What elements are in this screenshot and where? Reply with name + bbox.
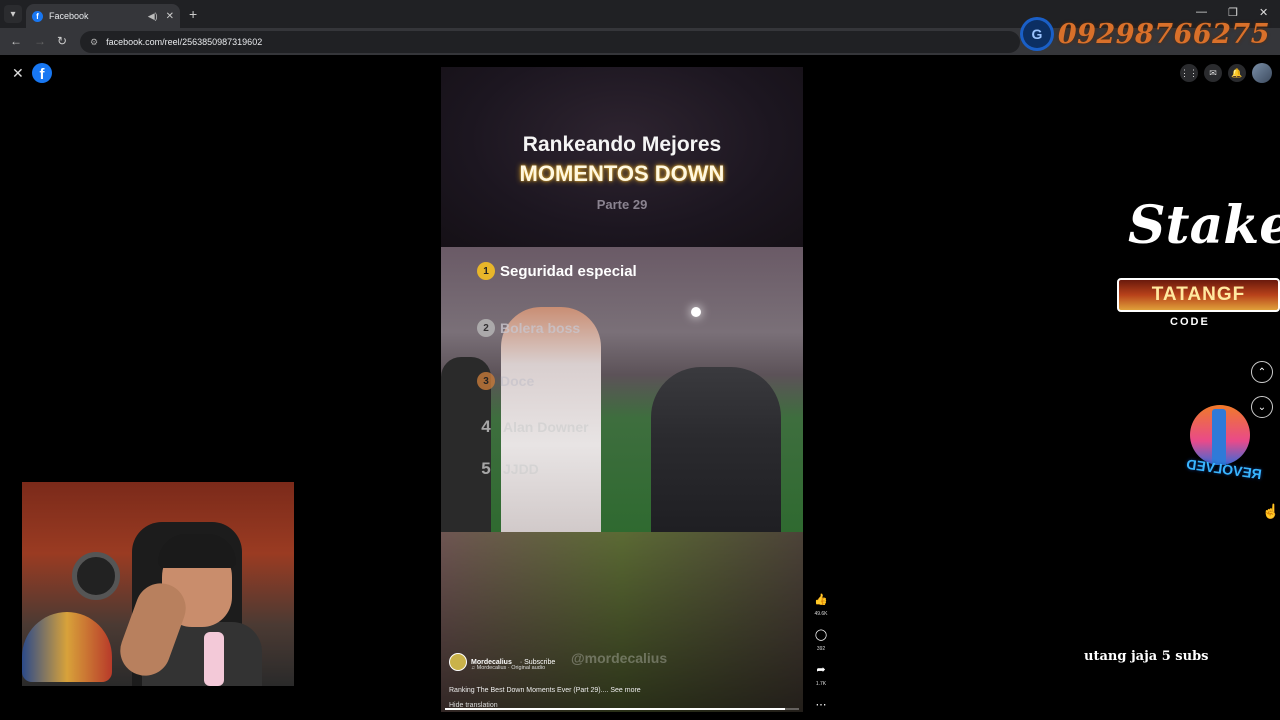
video-progress-bar[interactable] xyxy=(445,708,799,710)
subs-goal-text: utang jaja 5 subs xyxy=(1084,649,1209,664)
notifications-bell-icon[interactable]: 🔔 xyxy=(1228,64,1246,82)
forward-arrow-icon[interactable]: → xyxy=(34,34,46,48)
phone-overlay: G 09298766275 xyxy=(1020,16,1270,52)
silver-medal-icon: 2 xyxy=(477,319,495,337)
share-icon[interactable]: ➦ xyxy=(816,663,825,676)
comment-count: 392 xyxy=(816,646,826,652)
share-count: 1.7K xyxy=(815,681,827,687)
stadium-light xyxy=(691,307,701,317)
reload-icon[interactable]: ↻ xyxy=(57,34,67,48)
video-progress-fill xyxy=(445,708,785,710)
ranking-label: Alan Downer xyxy=(503,419,589,435)
caption-text: Ranking The Best Down Moments Ever (Part… xyxy=(449,687,609,694)
steering-wheel xyxy=(72,552,120,600)
reel-title-line2: MOMENTOS DOWN xyxy=(519,161,725,186)
microphone xyxy=(204,632,224,686)
ranking-number: 4 xyxy=(481,417,491,436)
audio-label[interactable]: ♫ Mordecalius · Original audio xyxy=(471,665,545,671)
like-icon[interactable]: 👍 xyxy=(814,593,828,606)
more-options-icon[interactable]: ⋯ xyxy=(816,698,827,711)
reel-part-label: Parte 29 xyxy=(596,197,648,212)
comment-icon[interactable]: ◯ xyxy=(815,628,827,641)
account-avatar[interactable] xyxy=(1252,63,1272,83)
stake-logo: Stake xyxy=(1128,195,1280,256)
ranking-label: Seguridad especial xyxy=(500,262,637,280)
background-umbrella xyxy=(22,612,112,682)
logo-tower xyxy=(1212,409,1226,465)
url-text: facebook.com/reel/2563850987319602 xyxy=(106,37,263,47)
messenger-icon[interactable]: ✉ xyxy=(1204,64,1222,82)
new-tab-button[interactable]: + xyxy=(189,6,197,22)
facebook-favicon-icon: f xyxy=(32,10,43,22)
ranking-label: JJDD xyxy=(503,461,539,477)
ranking-item: 1 Seguridad especial xyxy=(477,262,637,280)
reel-title-line1: Rankeando Mejores xyxy=(522,133,722,156)
ranking-number: 5 xyxy=(481,459,491,478)
url-input[interactable]: ⚙ facebook.com/reel/2563850987319602 xyxy=(80,31,1020,53)
reel-viewer-page: ✕ f ⋮⋮ ✉ 🔔 Rankeando Mejores MOMENTOS DO… xyxy=(0,57,1280,720)
see-more-link[interactable]: See more xyxy=(610,687,640,694)
facebook-logo-icon[interactable]: f xyxy=(32,63,52,83)
watermark: @mordecalius xyxy=(571,650,668,666)
reel-title-area xyxy=(441,67,803,247)
ranking-item: 5 JJDD xyxy=(477,459,539,479)
phone-number: 09298766275 xyxy=(1057,18,1270,50)
tab-title: Facebook xyxy=(49,11,89,21)
promo-code-label: CODE xyxy=(1170,316,1210,328)
ranking-label: Bolera boss xyxy=(500,320,581,336)
bottom-shade xyxy=(441,532,803,712)
header-actions: ⋮⋮ ✉ 🔔 xyxy=(1180,63,1272,83)
caption: Ranking The Best Down Moments Ever (Part… xyxy=(449,687,641,694)
next-reel-button[interactable]: ⌄ xyxy=(1251,396,1273,418)
bronze-medal-icon: 3 xyxy=(477,372,495,390)
previous-reel-button[interactable]: ⌃ xyxy=(1251,361,1273,383)
revolved-city-logo: REVOLVED xyxy=(1185,403,1263,498)
author-avatar[interactable] xyxy=(449,653,467,671)
like-count: 49.6K xyxy=(814,611,828,617)
reel-actions: 👍 49.6K ◯ 392 ➦ 1.7K ⋯ xyxy=(811,593,831,711)
webcam-overlay xyxy=(22,482,294,686)
streamer-hair xyxy=(158,534,236,568)
speaker-icon[interactable]: ◀) xyxy=(148,11,158,22)
menu-grid-icon[interactable]: ⋮⋮ xyxy=(1180,64,1198,82)
ranking-label: Doce xyxy=(500,373,535,389)
reel-video[interactable]: Rankeando Mejores MOMENTOS DOWN Parte 29… xyxy=(441,67,803,712)
site-info-icon[interactable]: ⚙ xyxy=(90,37,98,48)
tab-facebook[interactable]: f Facebook ◀) ✕ xyxy=(26,4,180,28)
hand-cursor-icon: ☝ xyxy=(1262,503,1280,519)
close-viewer-button[interactable]: ✕ xyxy=(12,65,24,82)
close-tab-icon[interactable]: ✕ xyxy=(166,11,174,22)
tab-search-button[interactable]: ▾ xyxy=(4,5,22,23)
ranking-item: 3 Doce xyxy=(477,372,534,390)
gold-medal-icon: 1 xyxy=(477,262,495,280)
ranking-item: 2 Bolera boss xyxy=(477,319,580,337)
ranking-item: 4 Alan Downer xyxy=(477,417,589,437)
promo-code-banner: TATANGF xyxy=(1117,278,1280,312)
gcash-logo-icon: G xyxy=(1020,17,1054,51)
back-arrow-icon[interactable]: ← xyxy=(10,34,22,48)
fan-figure xyxy=(651,367,781,532)
